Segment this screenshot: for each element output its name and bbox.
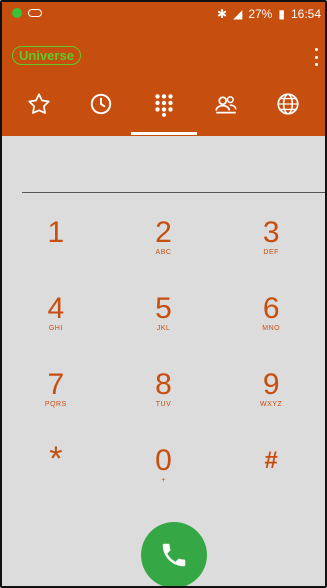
phone-icon — [162, 543, 186, 567]
phone-screen: ✱ ◢ 27% ▮ 16:54 Universe 1 2 ABC 3 DEF 4… — [0, 0, 327, 588]
key-letters: WXYZ — [260, 401, 283, 408]
key-letters: MNO — [262, 325, 281, 332]
key-digit: 7 — [47, 368, 65, 401]
account-pill[interactable]: Universe — [12, 46, 81, 65]
globe-icon — [277, 93, 299, 115]
status-bar: ✱ ◢ 27% ▮ 16:54 — [2, 2, 325, 28]
key-9[interactable]: 9 WXYZ — [217, 367, 325, 443]
notification-dot-icon — [12, 8, 22, 18]
tab-contacts[interactable] — [209, 87, 243, 121]
key-letters: + — [161, 477, 166, 484]
status-left — [12, 8, 42, 18]
call-button[interactable] — [141, 522, 207, 586]
key-6[interactable]: 6 MNO — [217, 291, 325, 367]
key-7[interactable]: 7 PQRS — [2, 367, 110, 443]
battery-percent: 27% — [248, 7, 273, 21]
tab-bar — [2, 72, 325, 136]
key-digit: 3 — [262, 216, 280, 249]
key-letters: PQRS — [44, 401, 67, 408]
key-digit: 2 — [155, 216, 172, 249]
key-digit: * — [49, 440, 63, 478]
key-letters: JKL — [156, 325, 171, 332]
key-8[interactable]: 8 TUV — [110, 367, 218, 443]
people-icon — [215, 96, 237, 114]
key-digit: 4 — [47, 292, 65, 325]
key-digit: 9 — [262, 368, 280, 401]
clock-time: 16:54 — [290, 7, 321, 21]
dialpad: 1 2 ABC 3 DEF 4 GHI 5 JKL 6 MNO 7 PQRS 8 — [2, 215, 325, 519]
signal-icon: ◢ — [233, 7, 243, 21]
key-digit: 0 — [155, 444, 172, 477]
battery-icon: ▮ — [278, 7, 285, 21]
key-1[interactable]: 1 — [2, 215, 110, 291]
key-5[interactable]: 5 JKL — [110, 291, 218, 367]
key-4[interactable]: 4 GHI — [2, 291, 110, 367]
bluetooth-icon: ✱ — [217, 7, 228, 21]
key-star[interactable]: * — [2, 440, 110, 519]
key-2[interactable]: 2 ABC — [110, 215, 218, 291]
key-digit: 5 — [155, 292, 172, 325]
key-0[interactable]: 0 + — [110, 443, 218, 519]
tab-web[interactable] — [271, 87, 305, 121]
key-digit: 8 — [155, 368, 172, 401]
key-digit: # — [264, 447, 278, 474]
key-letters: TUV — [155, 401, 172, 408]
dial-number-display[interactable] — [2, 136, 325, 192]
dialpad-icon — [154, 94, 173, 117]
app-bar: Universe — [2, 28, 325, 72]
key-letters: ABC — [155, 249, 172, 256]
key-3[interactable]: 3 DEF — [217, 215, 325, 291]
overflow-menu-icon[interactable] — [313, 48, 319, 66]
status-right: ✱ ◢ 27% ▮ 16:54 — [217, 7, 321, 21]
key-hash[interactable]: # — [217, 443, 325, 519]
star-icon — [28, 93, 50, 114]
key-digit: 6 — [262, 292, 280, 325]
tab-recents[interactable] — [84, 87, 118, 121]
key-digit: 1 — [47, 216, 65, 249]
key-letters: DEF — [263, 249, 279, 256]
voicemail-icon — [28, 9, 42, 17]
key-letters: GHI — [48, 325, 63, 332]
tab-keypad[interactable] — [130, 87, 197, 135]
tab-favorites[interactable] — [22, 87, 56, 121]
clock-icon — [91, 93, 112, 115]
display-divider — [22, 192, 325, 193]
